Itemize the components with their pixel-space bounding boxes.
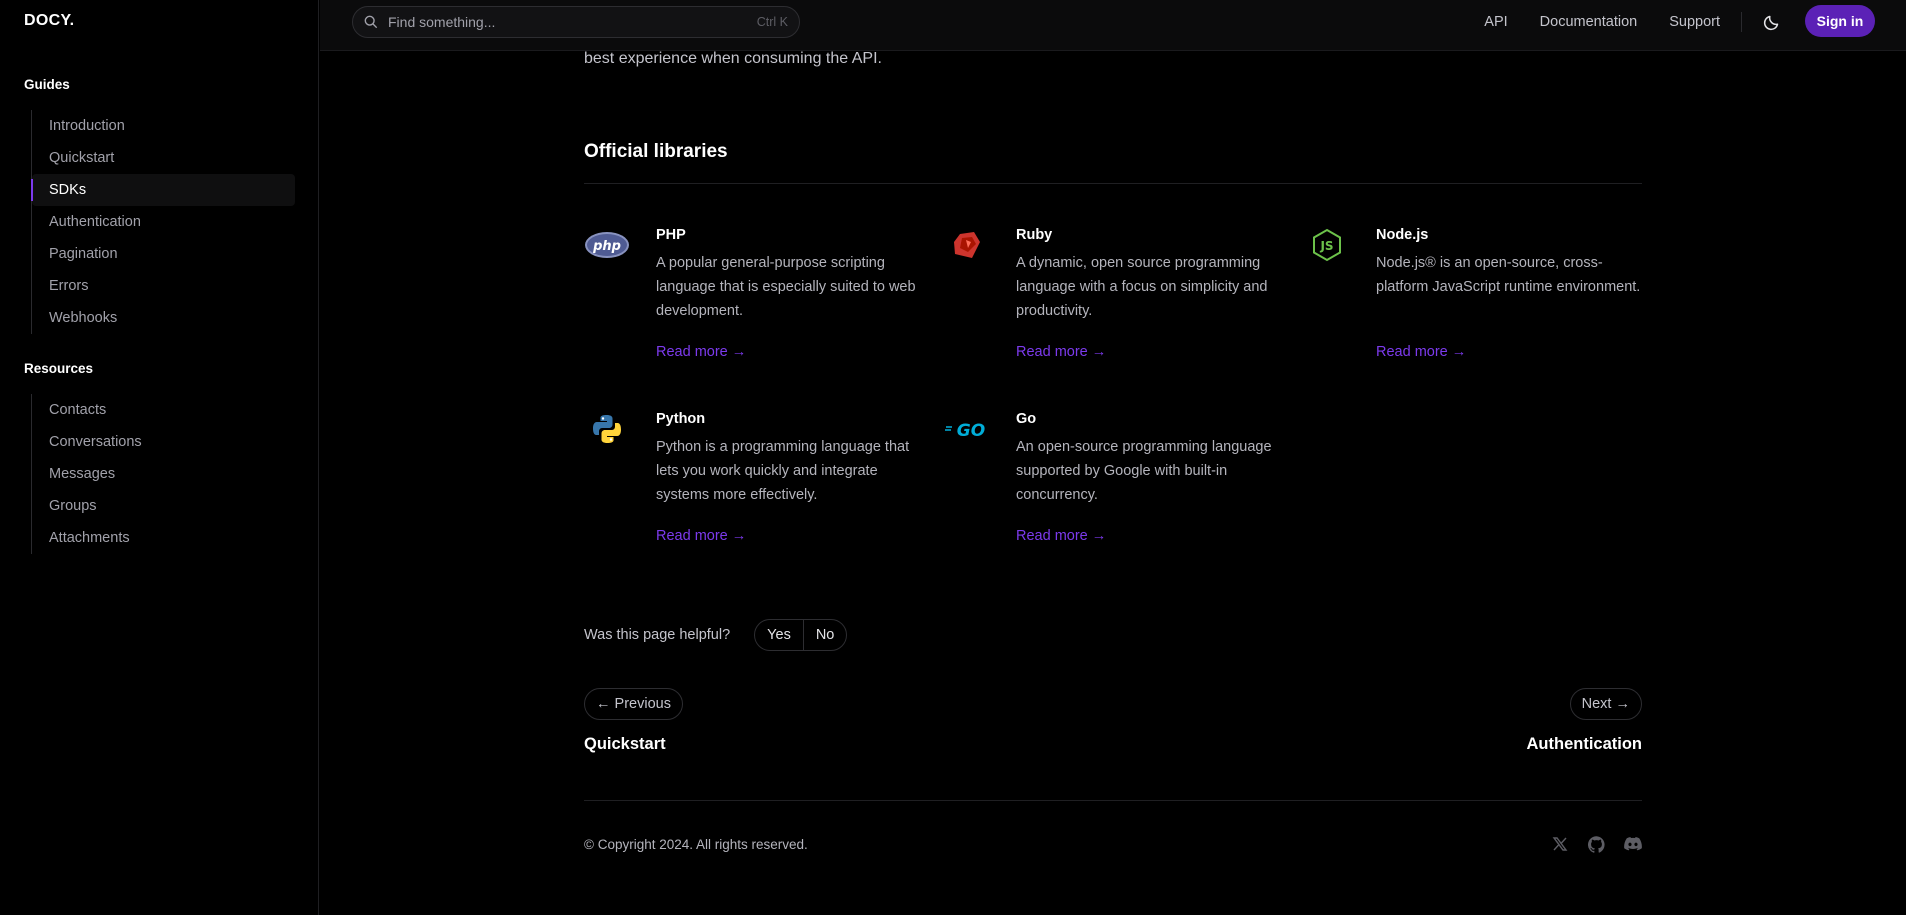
nodejs-icon: JS: [1304, 227, 1350, 263]
arrow-right-icon: →: [731, 344, 747, 360]
previous-page-title[interactable]: Quickstart: [584, 735, 666, 754]
library-name: Python: [656, 411, 706, 427]
search-placeholder: Find something...: [388, 14, 496, 30]
top-link-support[interactable]: Support: [1669, 14, 1720, 30]
library-name: PHP: [656, 227, 686, 243]
sidebar-item-conversations[interactable]: Conversations: [32, 426, 295, 458]
sidebar-item-groups[interactable]: Groups: [32, 490, 295, 522]
x-icon[interactable]: [1552, 836, 1570, 854]
github-icon[interactable]: [1587, 836, 1606, 854]
library-description: A dynamic, open source programming langu…: [1016, 255, 1268, 319]
go-icon: GO: [944, 411, 990, 447]
arrow-right-icon: →: [1091, 528, 1107, 544]
library-description: A popular general-purpose scripting lang…: [656, 255, 916, 319]
read-more-link-nodejs[interactable]: Read more →: [1376, 344, 1466, 360]
nav-group-title-resources: Resources: [24, 361, 94, 376]
top-link-api[interactable]: API: [1484, 14, 1507, 30]
sidebar-item-errors[interactable]: Errors: [32, 270, 295, 302]
next-page-title[interactable]: Authentication: [1527, 735, 1643, 754]
top-link-documentation[interactable]: Documentation: [1540, 14, 1638, 30]
nav-list-resources: Contacts Conversations Messages Groups A…: [31, 394, 295, 554]
copyright-text: © Copyright 2024. All rights reserved.: [584, 837, 808, 852]
sign-in-button[interactable]: Sign in: [1805, 5, 1875, 37]
svg-text:GO: GO: [957, 421, 985, 439]
python-icon: [584, 411, 630, 447]
topbar-divider: [1741, 12, 1742, 32]
top-nav-links: API Documentation Support: [1484, 14, 1720, 30]
sidebar-item-attachments[interactable]: Attachments: [32, 522, 295, 554]
sidebar-item-contacts[interactable]: Contacts: [32, 394, 295, 426]
library-description: Python is a programming language that le…: [656, 439, 910, 503]
arrow-right-icon: →: [731, 528, 747, 544]
search-input[interactable]: Find something... Ctrl K: [352, 6, 800, 38]
library-name: Node.js: [1376, 227, 1429, 243]
arrow-right-icon: →: [1451, 344, 1467, 360]
intro-text: best experience when consuming the API.: [584, 50, 882, 67]
arrow-left-icon: ←: [596, 696, 611, 712]
nav-group-title-guides: Guides: [24, 77, 70, 92]
feedback-no-button[interactable]: No: [802, 620, 847, 650]
library-name: Go: [1016, 411, 1037, 427]
next-page-button[interactable]: Next →: [1569, 688, 1642, 720]
moon-icon[interactable]: [1763, 13, 1781, 31]
brand-logo[interactable]: DOCY.: [24, 12, 74, 30]
arrow-right-icon: →: [1091, 344, 1107, 360]
read-more-link-ruby[interactable]: Read more →: [1016, 344, 1106, 360]
feedback-yes-button[interactable]: Yes: [755, 620, 803, 650]
feedback-button-group: Yes No: [754, 619, 848, 651]
sidebar-item-introduction[interactable]: Introduction: [32, 110, 295, 142]
read-more-link-go[interactable]: Read more →: [1016, 528, 1106, 544]
search-shortcut-hint: Ctrl K: [756, 15, 788, 29]
svg-text:JS: JS: [1319, 239, 1333, 253]
sidebar-item-webhooks[interactable]: Webhooks: [32, 302, 295, 334]
search-icon: [364, 15, 378, 29]
library-description: Node.js® is an open-source, cross-platfo…: [1376, 255, 1641, 295]
sidebar-item-quickstart[interactable]: Quickstart: [32, 142, 295, 174]
footer-divider: [584, 800, 1642, 801]
nav-list-guides: Introduction Quickstart SDKs Authenticat…: [31, 110, 295, 334]
php-icon: php: [584, 227, 630, 263]
top-bar: Find something... Ctrl K API Documentati…: [320, 0, 1906, 51]
library-name: Ruby: [1016, 227, 1053, 243]
ruby-icon: [944, 227, 990, 263]
sidebar-item-sdks[interactable]: SDKs: [31, 174, 295, 206]
read-more-link-python[interactable]: Read more →: [656, 528, 746, 544]
sidebar-item-messages[interactable]: Messages: [32, 458, 295, 490]
sidebar-item-pagination[interactable]: Pagination: [32, 238, 295, 270]
feedback-widget: Was this page helpful? Yes No: [584, 619, 848, 651]
previous-page-button[interactable]: ← Previous: [584, 688, 683, 720]
svg-text:php: php: [592, 239, 621, 254]
section-divider: [584, 183, 1642, 184]
feedback-label: Was this page helpful?: [584, 627, 731, 643]
discord-icon[interactable]: [1624, 836, 1642, 854]
section-title: Official libraries: [584, 141, 728, 162]
arrow-right-icon: →: [1615, 696, 1631, 712]
sidebar-item-authentication[interactable]: Authentication: [32, 206, 295, 238]
library-description: An open-source programming language supp…: [1016, 439, 1272, 503]
read-more-link-php[interactable]: Read more →: [656, 344, 746, 360]
sidebar: DOCY. Guides Introduction Quickstart SDK…: [0, 0, 319, 915]
